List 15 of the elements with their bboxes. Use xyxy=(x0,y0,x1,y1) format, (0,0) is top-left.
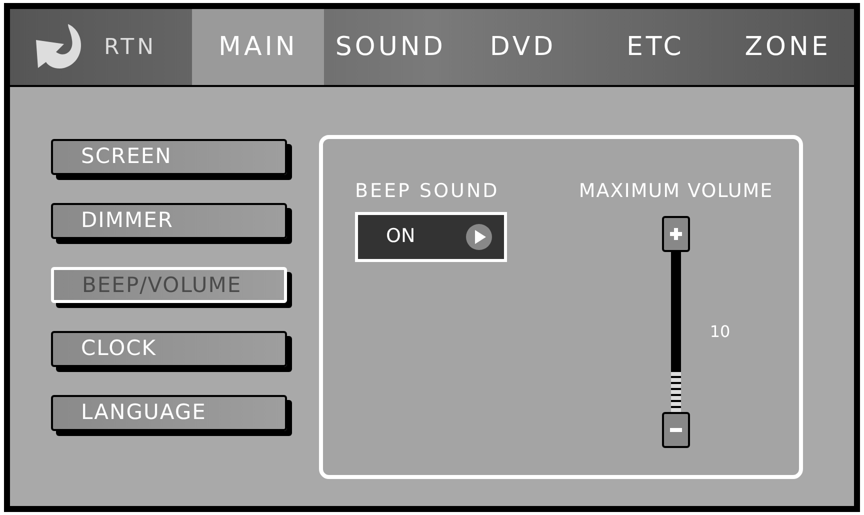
volume-down-button[interactable] xyxy=(662,412,690,448)
top-tab[interactable]: ETC xyxy=(589,9,722,85)
beep-sound-label: BEEP SOUND xyxy=(355,179,500,204)
top-tab[interactable]: MAIN xyxy=(192,9,324,85)
volume-up-button[interactable] xyxy=(662,216,690,252)
minus-icon xyxy=(670,428,682,432)
return-button[interactable]: RTN xyxy=(10,9,192,85)
beep-sound-toggle[interactable]: ON xyxy=(355,212,507,262)
top-tab[interactable]: DVD xyxy=(456,9,590,85)
plus-icon xyxy=(670,228,682,240)
maximum-volume-label: MAXIMUM VOLUME xyxy=(578,179,774,204)
top-tab[interactable]: SOUND xyxy=(324,9,457,85)
volume-reading: 10 xyxy=(710,320,730,342)
top-tab[interactable]: ZONE xyxy=(722,9,854,85)
play-icon xyxy=(466,224,492,250)
